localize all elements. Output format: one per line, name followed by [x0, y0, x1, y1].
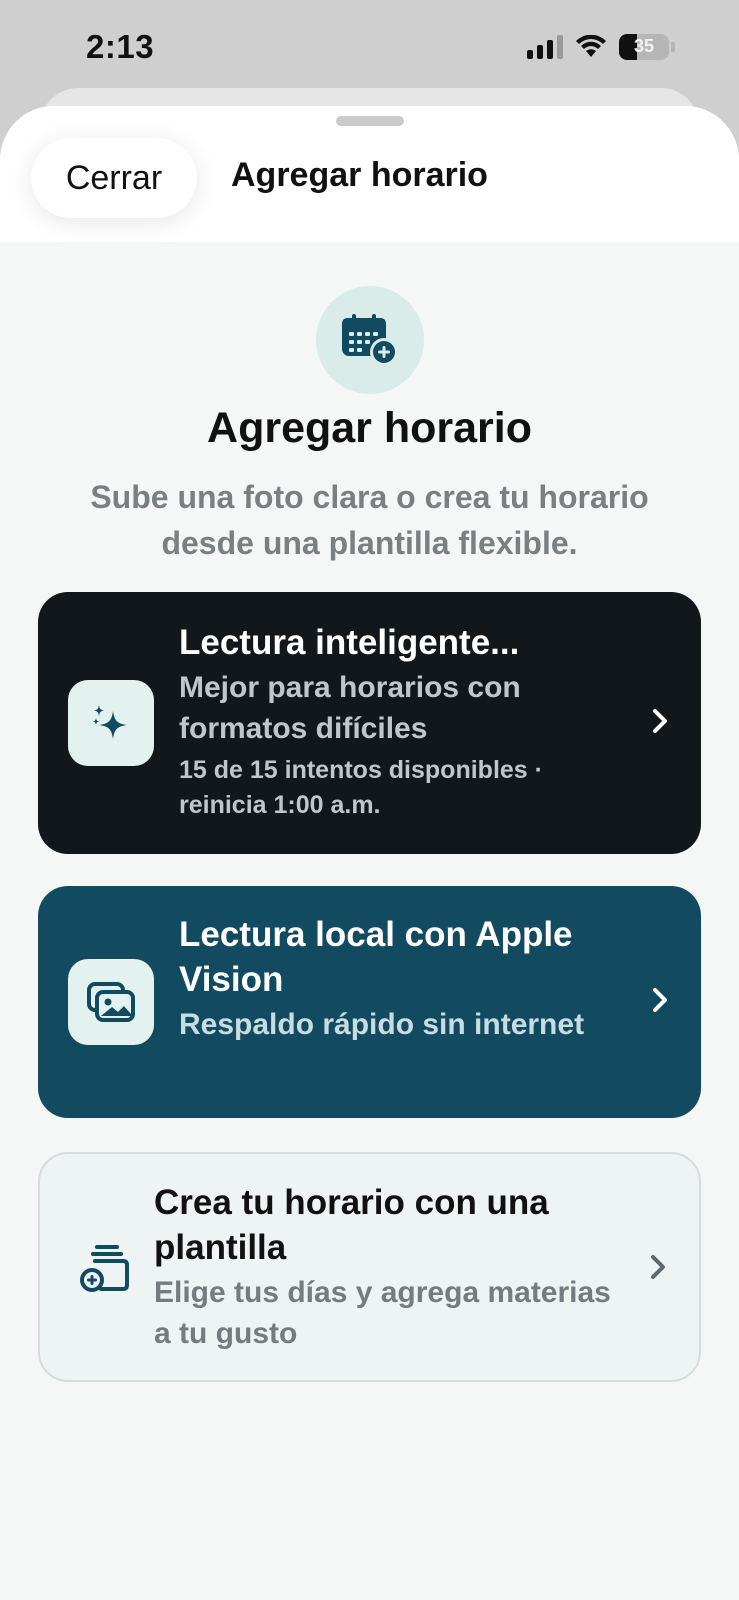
chevron-right-icon: [649, 988, 671, 1012]
wifi-icon: [576, 35, 606, 57]
calendar-add-icon: [316, 286, 424, 394]
attempts-remaining: 15 de 15 intentos disponibles · reinicia…: [179, 756, 543, 819]
template-option[interactable]: Crea tu horario con una plantilla Elige …: [38, 1152, 701, 1382]
sheet-grabber[interactable]: [336, 116, 404, 126]
page-title: Agregar horario: [207, 404, 532, 452]
chevron-right-icon: [647, 1255, 669, 1279]
template-add-icon: [62, 1224, 148, 1310]
status-indicators: 35: [527, 34, 675, 60]
option-description: Respaldo rápido sin internet: [179, 1008, 585, 1041]
option-title: Lectura local con Apple Vision: [179, 915, 573, 999]
option-title: Lectura inteligente...: [179, 623, 520, 662]
page-subtitle: Sube una foto clara o crea tu horario de…: [90, 479, 649, 561]
battery-percent: 35: [633, 36, 655, 56]
template-text: Crea tu horario con una plantilla Elige …: [154, 1180, 619, 1354]
option-description: Mejor para horarios con formatos difícil…: [179, 671, 521, 745]
smart-reading-option[interactable]: Lectura inteligente... Mejor para horari…: [38, 592, 701, 854]
chevron-right-icon: [649, 709, 671, 733]
sheet-title: Agregar horario: [231, 156, 488, 194]
cellular-signal-icon: [527, 35, 563, 59]
sheet-header: Cerrar Agregar horario: [0, 106, 739, 242]
add-schedule-sheet: Cerrar Agregar horario Agregar horario S…: [0, 106, 739, 1600]
status-time: 2:13: [86, 28, 155, 65]
option-title: Crea tu horario con una plantilla: [154, 1183, 549, 1267]
smart-reading-text: Lectura inteligente... Mejor para horari…: [179, 620, 621, 823]
status-bar: 2:13 35: [0, 0, 739, 100]
photos-icon: [68, 959, 154, 1045]
close-button[interactable]: Cerrar: [31, 138, 197, 218]
option-description: Elige tus días y agrega materias a tu gu…: [154, 1276, 611, 1350]
battery-tip: [671, 42, 675, 52]
sparkles-icon: [68, 680, 154, 766]
battery-icon: 35: [619, 34, 669, 60]
apple-vision-text: Lectura local con Apple Vision Respaldo …: [179, 912, 621, 1045]
apple-vision-option[interactable]: Lectura local con Apple Vision Respaldo …: [38, 886, 701, 1118]
